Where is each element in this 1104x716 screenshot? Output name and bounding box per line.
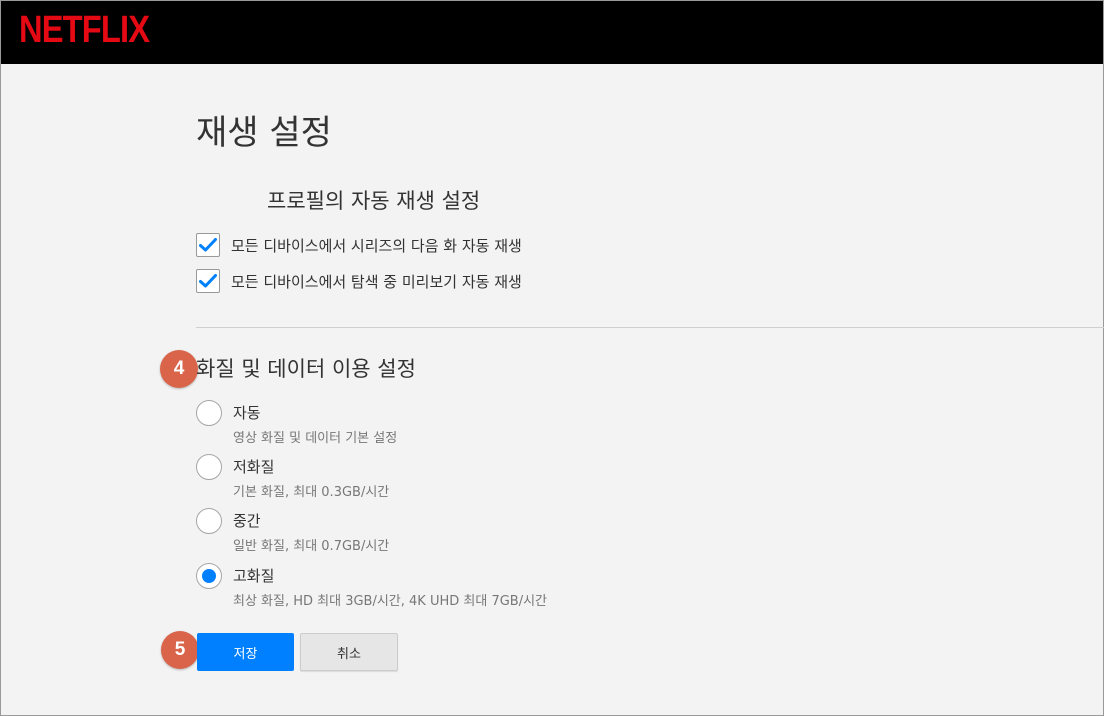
quality-high-description: 최상 화질, HD 최대 3GB/시간, 4K UHD 최대 7GB/시간 bbox=[233, 594, 548, 609]
checkmark-icon bbox=[199, 274, 217, 288]
save-button[interactable]: 저장 bbox=[197, 633, 294, 671]
quality-low-label: 저화질 bbox=[233, 458, 275, 476]
autoplay-next-episode-option[interactable]: 모든 디바이스에서 시리즈의 다음 화 자동 재생 bbox=[196, 231, 522, 259]
autoplay-previews-checkbox[interactable] bbox=[196, 269, 220, 293]
quality-auto-description: 영상 화질 및 데이터 기본 설정 bbox=[233, 431, 398, 446]
quality-low-description: 기본 화질, 최대 0.3GB/시간 bbox=[233, 485, 390, 500]
autoplay-next-episode-label: 모든 디바이스에서 시리즈의 다음 화 자동 재생 bbox=[231, 236, 522, 255]
top-header: NETFLIX bbox=[1, 1, 1103, 64]
quality-auto-radio[interactable] bbox=[196, 400, 222, 426]
quality-high-radio[interactable] bbox=[196, 563, 222, 589]
quality-section-title: 화질 및 데이터 이용 설정 bbox=[196, 357, 416, 381]
quality-high-label: 고화질 bbox=[233, 567, 275, 585]
quality-auto-label: 자동 bbox=[233, 404, 261, 422]
quality-medium-radio[interactable] bbox=[196, 508, 222, 534]
autoplay-section-title: 프로필의 자동 재생 설정 bbox=[267, 189, 481, 213]
netflix-logo[interactable]: NETFLIX bbox=[19, 9, 150, 52]
quality-low-radio[interactable] bbox=[196, 454, 222, 480]
checkmark-icon bbox=[199, 238, 217, 252]
section-divider bbox=[196, 327, 1104, 328]
quality-medium-description: 일반 화질, 최대 0.7GB/시간 bbox=[233, 539, 390, 554]
quality-medium-label: 중간 bbox=[233, 512, 261, 530]
autoplay-previews-label: 모든 디바이스에서 탐색 중 미리보기 자동 재생 bbox=[231, 272, 522, 291]
radio-selected-dot bbox=[202, 569, 216, 583]
cancel-button[interactable]: 취소 bbox=[300, 633, 398, 671]
step-badge-5: 5 bbox=[161, 631, 199, 669]
step-badge-4: 4 bbox=[160, 350, 198, 388]
autoplay-previews-option[interactable]: 모든 디바이스에서 탐색 중 미리보기 자동 재생 bbox=[196, 267, 522, 295]
page-title: 재생 설정 bbox=[196, 113, 332, 153]
autoplay-next-episode-checkbox[interactable] bbox=[196, 233, 220, 257]
